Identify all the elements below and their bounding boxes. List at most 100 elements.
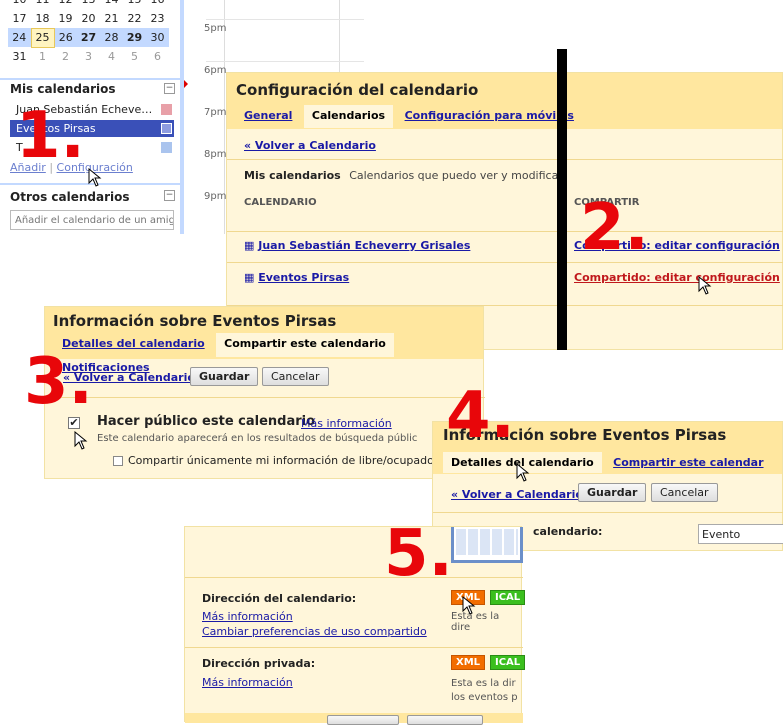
cancel-button[interactable]: Cancelar: [651, 483, 718, 502]
mouse-cursor-icon: [462, 596, 476, 615]
calendar-day[interactable]: 1: [31, 47, 54, 66]
tab-mobile[interactable]: Configuración para móviles: [397, 105, 582, 126]
mouse-cursor-icon: [88, 168, 102, 187]
calendar-day[interactable]: 2: [54, 47, 77, 66]
step-number: 5.: [384, 517, 453, 591]
calendar-week-row: 24 25 26 27 28 29 30: [8, 27, 169, 48]
calendar-name-input[interactable]: Evento: [698, 524, 783, 544]
ical-button[interactable]: ICAL: [490, 655, 526, 670]
calendar-day[interactable]: 25: [30, 27, 55, 48]
save-button[interactable]: Guardar: [190, 367, 259, 386]
calendar-day[interactable]: 16: [146, 0, 169, 9]
share-panel-title: Información sobre Eventos Pirsas: [45, 307, 483, 333]
time-label: 6pm: [204, 65, 227, 76]
calendar-week-row: 17 18 19 20 21 22 23: [8, 9, 169, 28]
calendar-day[interactable]: 15: [123, 0, 146, 9]
calendar-day[interactable]: 3: [77, 47, 100, 66]
calendar-day[interactable]: 19: [54, 9, 77, 28]
calendar-day[interactable]: 4: [100, 47, 123, 66]
calendar-row[interactable]: ▦ Juan Sebastián Echeverry Grisales: [244, 239, 470, 252]
calendar-row[interactable]: ▦ Eventos Pirsas: [244, 271, 349, 284]
public-description: Este calendario aparecerá en los resulta…: [97, 433, 418, 444]
calendar-grid-icon: ▦: [244, 271, 255, 284]
calendar-day[interactable]: 14: [100, 0, 123, 9]
save-button[interactable]: [327, 715, 399, 725]
dropdown-icon[interactable]: [161, 123, 172, 134]
calendar-day[interactable]: 30: [146, 28, 169, 47]
cancel-button[interactable]: Cancelar: [262, 367, 329, 386]
cancel-button[interactable]: [407, 715, 483, 725]
private-description: Esta es la dir: [451, 678, 516, 689]
calendar-day[interactable]: 27: [77, 28, 100, 47]
calendar-week-row: 10111213141516: [8, 0, 169, 9]
add-friend-calendar-input[interactable]: [10, 210, 174, 230]
tab-general[interactable]: General: [236, 105, 300, 126]
back-to-calendar-link[interactable]: « Volver a Calendario: [451, 488, 583, 501]
mouse-cursor-icon: [698, 276, 712, 295]
time-label: 9pm: [204, 191, 227, 202]
collapse-icon[interactable]: −: [164, 83, 175, 94]
calendar-day[interactable]: 22: [123, 9, 146, 28]
divider: [557, 49, 567, 350]
dropdown-icon[interactable]: [161, 104, 172, 115]
calendar-day[interactable]: 31: [8, 47, 31, 66]
calendar-day[interactable]: 11: [31, 0, 54, 9]
freebusy-label: Compartir únicamente mi información de l…: [128, 454, 449, 467]
current-time-marker: [184, 80, 188, 88]
column-calendar: CALENDARIO: [244, 197, 317, 208]
tab-share-calendar[interactable]: Compartir este calendario: [216, 333, 394, 357]
mouse-cursor-icon: [516, 463, 530, 482]
calendar-image-icon: [451, 527, 523, 563]
dropdown-icon[interactable]: [161, 142, 172, 153]
time-label: 7pm: [204, 107, 227, 118]
collapse-icon[interactable]: −: [164, 190, 175, 201]
calendar-name-link[interactable]: Juan Sebastián Echeverry Grisales: [258, 239, 470, 252]
private-description: los eventos p: [451, 692, 518, 703]
calendar-day[interactable]: 29: [123, 28, 146, 47]
calendar-day[interactable]: 28: [100, 28, 123, 47]
calendar-day[interactable]: 20: [77, 9, 100, 28]
ical-button[interactable]: ICAL: [490, 590, 526, 605]
freebusy-checkbox[interactable]: [113, 456, 123, 466]
time-label: 5pm: [204, 23, 227, 34]
step-number: 1.: [16, 99, 85, 173]
xml-button[interactable]: XML: [451, 655, 486, 670]
change-sharing-link[interactable]: Cambiar preferencias de uso compartido: [202, 625, 427, 638]
calendar-day[interactable]: 26: [54, 28, 77, 47]
calendar-day[interactable]: 13: [77, 0, 100, 9]
private-address-label: Dirección privada:: [202, 657, 316, 670]
my-calendars-title: Mis calendarios: [10, 82, 116, 96]
step-number: 3.: [24, 345, 93, 419]
calendar-day[interactable]: 24: [8, 28, 31, 47]
calendar-name-label: calendario:: [533, 525, 603, 538]
calendar-day[interactable]: 10: [8, 0, 31, 9]
calendar-address-panel: Dirección del calendario: Más informació…: [184, 526, 526, 725]
share-calendar-panel: Información sobre Eventos Pirsas Detalle…: [44, 306, 485, 479]
calendar-day[interactable]: 17: [8, 9, 31, 28]
more-info-link[interactable]: Más información: [301, 417, 392, 430]
step-number: 4.: [446, 379, 515, 453]
calendar-day[interactable]: 21: [100, 9, 123, 28]
calendar-name-link[interactable]: Eventos Pirsas: [258, 271, 349, 284]
mini-calendar: 1011121314151617181920212223242526272829…: [8, 0, 170, 66]
back-to-calendar-link[interactable]: « Volver a Calendario: [244, 139, 376, 152]
calendar-day[interactable]: 5: [123, 47, 146, 66]
step-number: 2.: [580, 191, 649, 265]
my-calendars-label: Mis calendarios: [244, 169, 341, 182]
time-label: 8pm: [204, 149, 227, 160]
tab-share-calendar[interactable]: Compartir este calendar: [605, 452, 771, 473]
calendar-day[interactable]: 12: [54, 0, 77, 9]
share-edit-link-hover[interactable]: Compartido: editar configuración: [574, 271, 780, 284]
settings-title: Configuración del calendario: [227, 73, 782, 105]
my-calendars-desc: Calendarios que puedo ver y modificar: [349, 169, 563, 182]
more-info-link[interactable]: Más información: [202, 676, 293, 689]
calendar-grid-icon: ▦: [244, 239, 255, 252]
calendar-day[interactable]: 18: [31, 9, 54, 28]
calendar-address-label: Dirección del calendario:: [202, 592, 357, 605]
public-label: Hacer público este calendario: [97, 414, 316, 429]
calendar-day[interactable]: 6: [146, 47, 169, 66]
save-button[interactable]: Guardar: [578, 483, 647, 502]
calendar-day[interactable]: 23: [146, 9, 169, 28]
tab-calendars[interactable]: Calendarios: [303, 105, 394, 128]
more-info-link[interactable]: Más información: [202, 610, 293, 623]
